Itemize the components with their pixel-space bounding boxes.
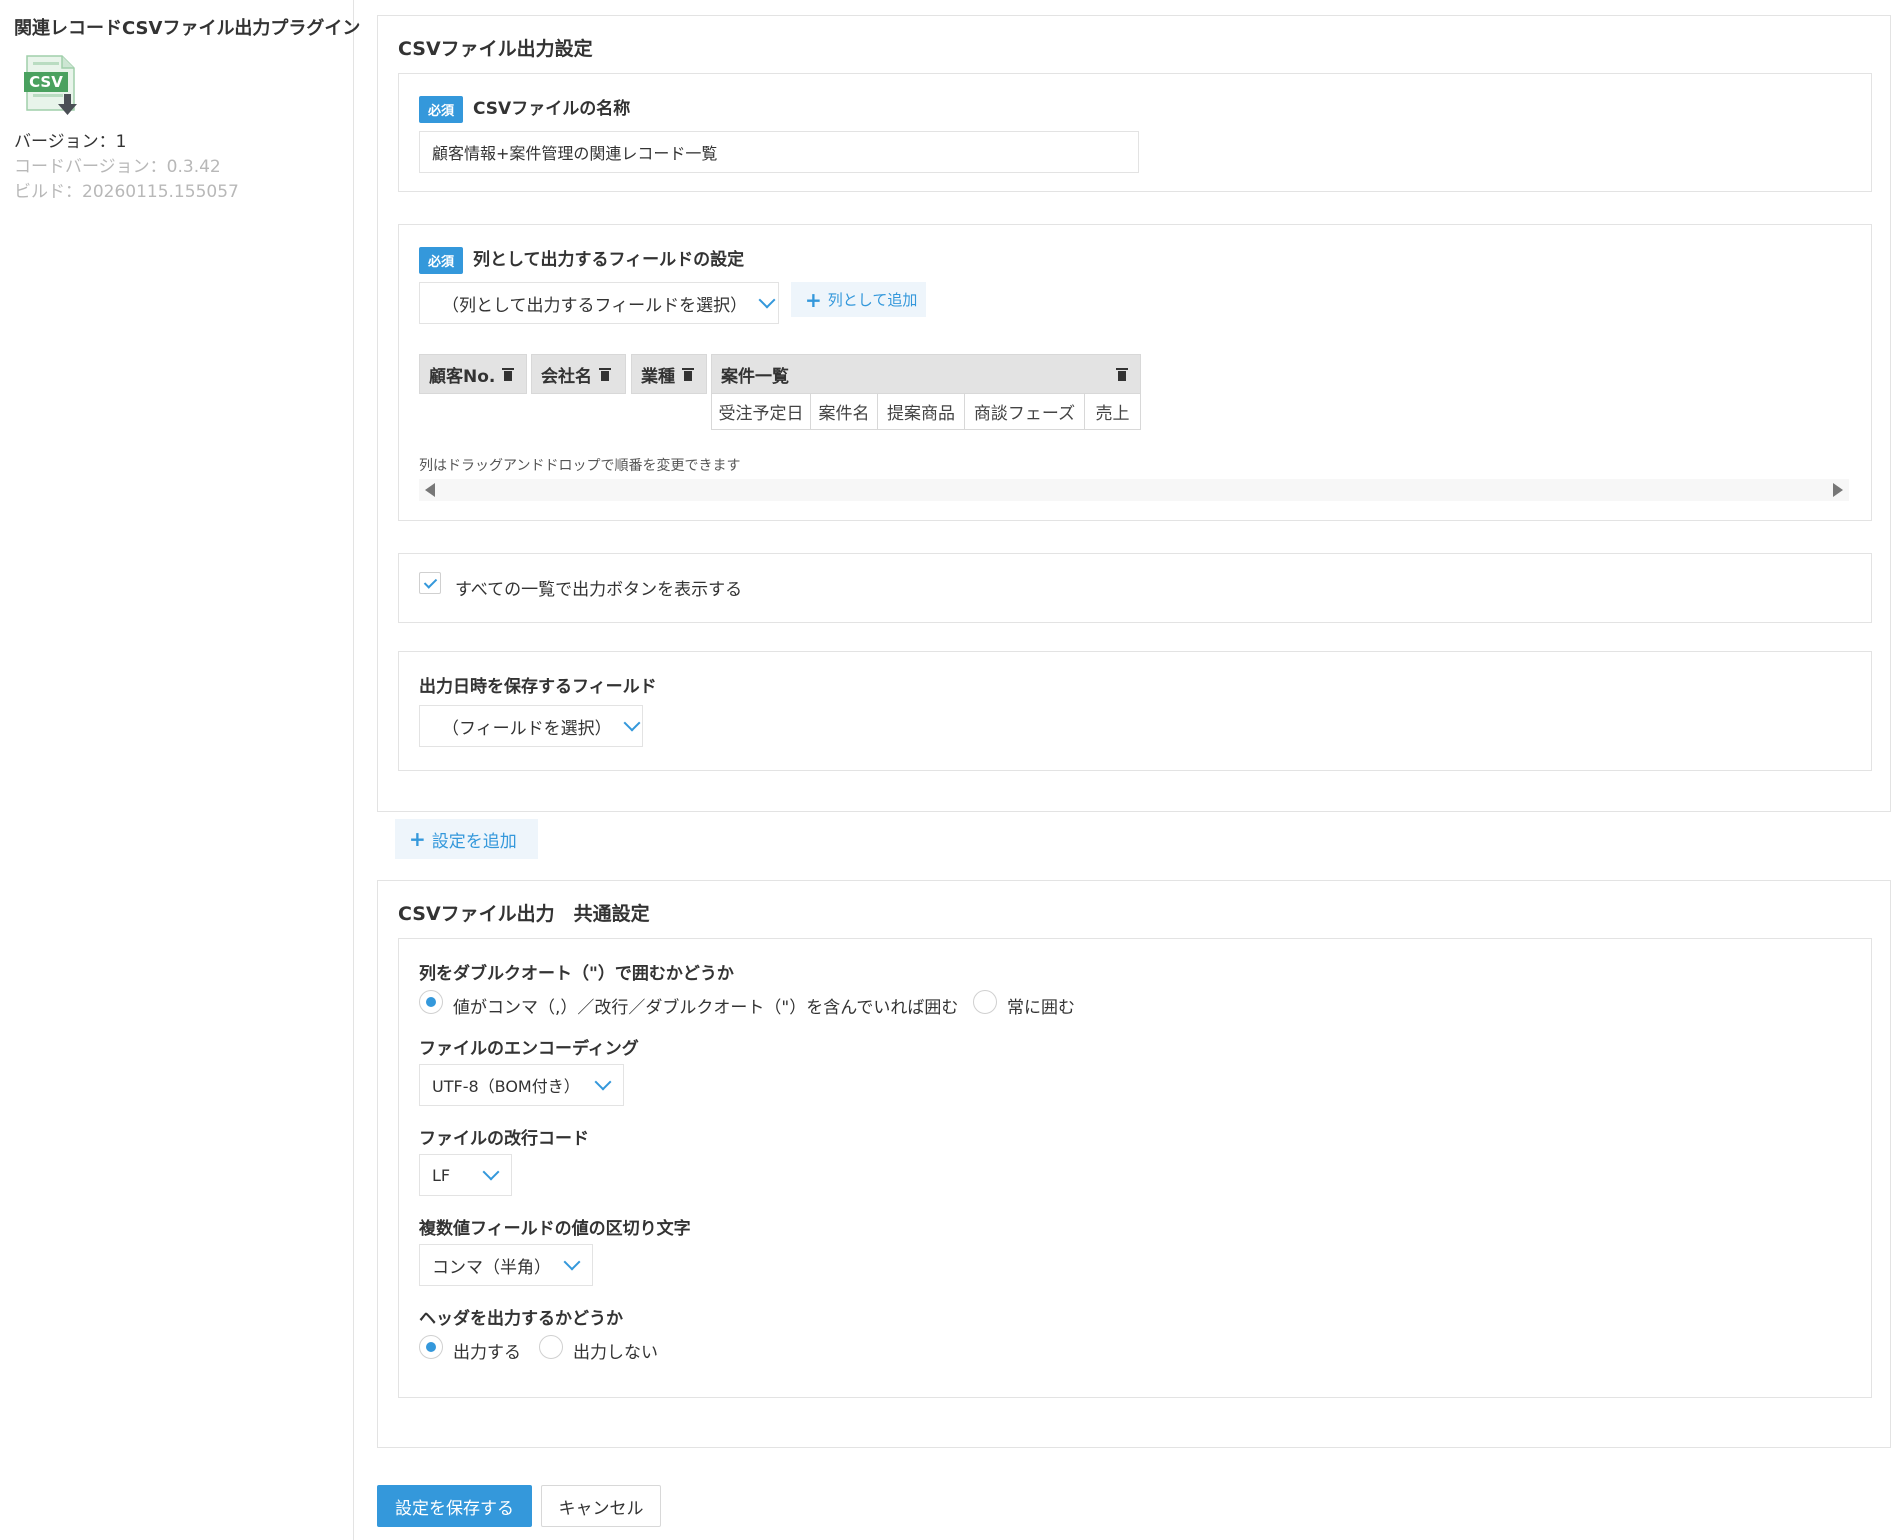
common-settings-title: CSVファイル出力 共通設定 (398, 903, 650, 925)
code-version-text: コードバージョン：0.3.42 (14, 157, 221, 177)
column-field-select[interactable]: （列として出力するフィールドを選択） (419, 282, 779, 324)
version-text: バージョン：1 (14, 132, 127, 152)
subfield-cell: 受注予定日 (711, 393, 811, 430)
chevron-down-icon (594, 1073, 612, 1091)
subfield-cell: 提案商品 (877, 393, 965, 430)
trash-icon[interactable] (682, 367, 694, 381)
required-badge: 必須 (419, 246, 464, 274)
common-settings-panel: 列をダブルクオート（"）で囲むかどうか 値がコンマ（,）／改行／ダブルクオート（… (398, 938, 1872, 1398)
show-button-checkbox[interactable] (419, 572, 441, 594)
header-option-radio[interactable] (539, 1335, 563, 1359)
datetime-field-panel: 出力日時を保存するフィールド （フィールドを選択） (398, 651, 1872, 771)
common-settings-section: CSVファイル出力 共通設定 列をダブルクオート（"）で囲むかどうか 値がコンマ… (377, 880, 1891, 1448)
add-column-button-label: 列として追加 (827, 291, 918, 309)
column-group-chip[interactable]: 案件一覧 (711, 354, 1141, 394)
column-chip-label: 顧客No. (429, 366, 496, 387)
newline-label: ファイルの改行コード (419, 1129, 589, 1149)
plus-icon: + (805, 287, 822, 312)
header-option-label: 出力する (453, 1343, 521, 1363)
chevron-down-icon (758, 291, 776, 309)
add-setting-button-label: 設定を追加 (431, 831, 517, 852)
csv-icon-text: CSV (29, 73, 63, 91)
column-chip[interactable]: 顧客No. (419, 354, 527, 394)
column-group-label: 案件一覧 (721, 366, 789, 387)
save-button[interactable]: 設定を保存する (377, 1485, 532, 1527)
columns-panel: 必須 列として出力するフィールドの設定 （列として出力するフィールドを選択） + 列… (398, 224, 1872, 521)
csv-file-icon: CSV (24, 55, 77, 115)
csv-settings-section: CSVファイル出力設定 必須 CSVファイルの名称 顧客情報+案件管理の関連レコー… (377, 15, 1891, 812)
datetime-field-select[interactable]: （フィールドを選択） (419, 705, 643, 747)
plus-icon: + (409, 827, 426, 851)
add-setting-button[interactable]: + 設定を追加 (395, 819, 538, 859)
quote-option-radio[interactable] (419, 990, 443, 1014)
columns-label: 列として出力するフィールドの設定 (473, 250, 745, 270)
show-button-panel: すべての一覧で出力ボタンを表示する (398, 553, 1872, 623)
drag-hint: 列はドラッグアンドドロップで順番を変更できます (419, 458, 741, 474)
chevron-down-icon (623, 714, 641, 732)
column-chip-label: 会社名 (541, 366, 592, 387)
separator-select-value: コンマ（半角） (432, 1257, 551, 1278)
encoding-select[interactable]: UTF-8（BOM付き） (419, 1064, 624, 1106)
file-name-label-row: 必須 CSVファイルの名称 (419, 94, 630, 123)
cancel-button[interactable]: キャンセル (541, 1485, 661, 1527)
scroll-right-icon[interactable] (1833, 483, 1843, 497)
quote-option-radio[interactable] (973, 990, 997, 1014)
file-name-panel: 必須 CSVファイルの名称 顧客情報+案件管理の関連レコード一覧 (398, 73, 1872, 192)
subfield-cell: 商談フェーズ (964, 393, 1085, 430)
csv-settings-title: CSVファイル出力設定 (398, 38, 593, 60)
required-badge: 必須 (419, 95, 464, 123)
columns-label-row: 必須 列として出力するフィールドの設定 (419, 245, 744, 274)
quote-option-label: 常に囲む (1007, 998, 1075, 1018)
column-chip[interactable]: 業種 (631, 354, 707, 394)
header-option-radio[interactable] (419, 1335, 443, 1359)
datetime-field-label: 出力日時を保存するフィールド (419, 677, 657, 697)
trash-icon[interactable] (1116, 367, 1128, 381)
sidebar: 関連レコードCSVファイル出力プラグイン CSV バージョン：1 コードバージョ… (0, 0, 360, 1540)
quote-option-label: 値がコンマ（,）／改行／ダブルクオート（"）を含んでいれば囲む (453, 998, 959, 1018)
file-name-input[interactable]: 顧客情報+案件管理の関連レコード一覧 (419, 131, 1139, 173)
subfield-cell: 案件名 (810, 393, 878, 430)
subfield-cell: 売上 (1084, 393, 1141, 430)
trash-icon[interactable] (599, 367, 611, 381)
plugin-title: 関連レコードCSVファイル出力プラグイン (14, 18, 361, 39)
header-label: ヘッダを出力するかどうか (419, 1309, 623, 1329)
build-text: ビルド：20260115.155057 (14, 182, 239, 202)
file-name-label: CSVファイルの名称 (473, 99, 631, 119)
trash-icon[interactable] (502, 367, 515, 381)
column-chip-label: 業種 (641, 366, 675, 387)
datetime-field-select-value: （フィールドを選択） (442, 718, 612, 739)
newline-select[interactable]: LF (419, 1154, 512, 1196)
newline-select-value: LF (432, 1165, 451, 1185)
show-button-label: すべての一覧で出力ボタンを表示する (455, 580, 743, 600)
encoding-label: ファイルのエンコーディング (419, 1039, 639, 1059)
chevron-down-icon (563, 1253, 581, 1271)
quote-label: 列をダブルクオート（"）で囲むかどうか (419, 964, 734, 984)
horizontal-scrollbar[interactable] (419, 479, 1849, 501)
column-chip[interactable]: 会社名 (531, 354, 626, 394)
chevron-down-icon (482, 1163, 500, 1181)
scroll-left-icon[interactable] (425, 483, 435, 497)
column-field-select-value: （列として出力するフィールドを選択） (442, 295, 748, 316)
separator-label: 複数値フィールドの値の区切り文字 (419, 1219, 691, 1239)
add-column-button[interactable]: + 列として追加 (791, 282, 926, 317)
separator-select[interactable]: コンマ（半角） (419, 1244, 593, 1286)
header-option-label: 出力しない (573, 1343, 658, 1363)
encoding-select-value: UTF-8（BOM付き） (432, 1077, 580, 1096)
